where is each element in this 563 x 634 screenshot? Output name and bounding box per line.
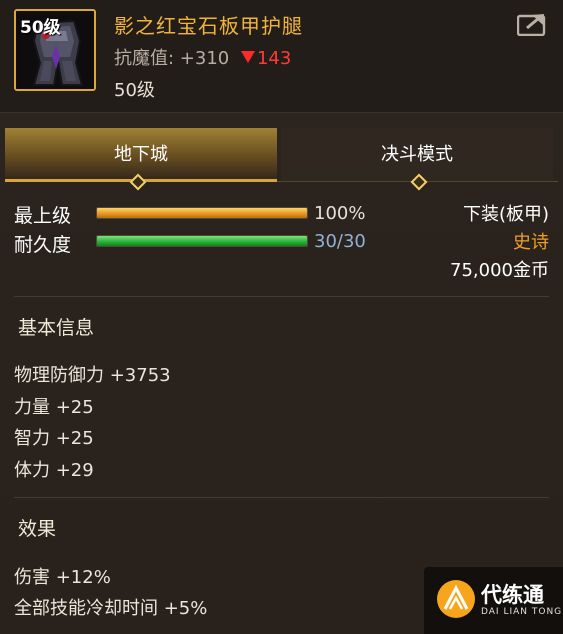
durability-label: 耐久度 xyxy=(14,234,72,256)
item-name: 影之红宝石板甲护腿 xyxy=(114,14,303,38)
share-icon xyxy=(516,14,546,37)
durability-value: 30/30 xyxy=(314,231,366,252)
grade-label: 最上级 xyxy=(14,205,72,227)
magic-resist-delta: 143 xyxy=(240,48,292,69)
basic-info-title: 基本信息 xyxy=(18,317,95,339)
durability-bar xyxy=(96,235,308,247)
watermark-logo-icon xyxy=(437,580,475,618)
equipment-slot: 下装(板甲) xyxy=(462,204,549,225)
icon-level-badge: 50级 xyxy=(20,18,61,38)
grade-bar-fill xyxy=(97,208,307,218)
effects-title: 效果 xyxy=(18,518,57,540)
watermark-title: 代练通 xyxy=(481,583,544,607)
item-level: 50级 xyxy=(114,80,155,101)
stat-line: 力量 +25 xyxy=(14,397,94,418)
stat-line: 物理防御力 +3753 xyxy=(14,365,171,386)
down-arrow-icon xyxy=(240,51,255,63)
mode-tabs: 地下城 决斗模式 xyxy=(5,128,558,182)
rarity-label: 史诗 xyxy=(513,232,549,253)
tab-duel-mode-label: 决斗模式 xyxy=(381,144,453,165)
item-icon-frame: 50级 xyxy=(14,9,96,91)
grade-bar xyxy=(96,207,308,219)
grade-value: 100% xyxy=(314,203,366,224)
sell-price: 75,000金币 xyxy=(450,260,549,281)
delta-value: 143 xyxy=(256,48,292,69)
share-button[interactable] xyxy=(516,12,548,37)
item-tooltip-panel: 50级 影之红宝石板甲护腿 抗魔值: +310 143 50级 地下城 决斗模式… xyxy=(0,0,563,634)
watermark-subtitle: DAI LIAN TONG xyxy=(481,607,563,617)
magic-resist-label: 抗魔值: +310 xyxy=(114,48,230,69)
divider xyxy=(14,497,549,498)
durability-bar-fill xyxy=(97,236,307,246)
magic-resist-stat: 抗魔值: +310 143 xyxy=(114,44,291,70)
tab-dungeon[interactable]: 地下城 xyxy=(5,128,277,182)
stat-line: 体力 +29 xyxy=(14,460,94,481)
effect-line: 全部技能冷却时间 +5% xyxy=(14,598,208,619)
watermark: 代练通 DAI LIAN TONG xyxy=(424,567,563,634)
tab-dungeon-label: 地下城 xyxy=(114,144,168,165)
item-header: 50级 影之红宝石板甲护腿 抗魔值: +310 143 50级 xyxy=(0,0,563,113)
divider xyxy=(14,296,549,297)
effect-line: 伤害 +12% xyxy=(14,567,111,588)
stat-line: 智力 +25 xyxy=(14,428,94,449)
